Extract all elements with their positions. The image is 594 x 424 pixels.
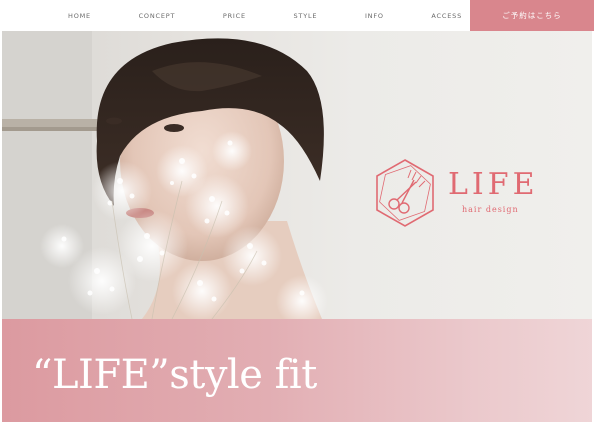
nav-item-style[interactable]: STYLE <box>286 12 326 20</box>
brand-name: LIFE <box>448 167 539 202</box>
nav-item-access[interactable]: ACCESS <box>423 12 470 20</box>
nav-item-concept[interactable]: CONCEPT <box>131 12 184 20</box>
brand-subtitle: hair design <box>462 205 519 214</box>
top-navigation: HOME CONCEPT PRICE STYLE INFO ACCESS ご予約… <box>0 0 594 31</box>
nav-links: HOME CONCEPT PRICE STYLE INFO ACCESS <box>60 0 470 31</box>
scissors-hexagon-icon <box>376 159 434 227</box>
nav-item-price[interactable]: PRICE <box>215 12 254 20</box>
page: HOME CONCEPT PRICE STYLE INFO ACCESS ご予約… <box>0 0 594 424</box>
brand-logo[interactable]: LIFE hair design <box>370 158 550 230</box>
nav-item-home[interactable]: HOME <box>60 12 99 20</box>
nav-item-info[interactable]: INFO <box>357 12 392 20</box>
tagline-text: “LIFE”style fit <box>32 352 317 398</box>
reservation-button[interactable]: ご予約はこちら <box>470 0 594 31</box>
hero-image: LIFE hair design <box>2 31 592 319</box>
tagline-banner: “LIFE”style fit <box>2 319 592 422</box>
